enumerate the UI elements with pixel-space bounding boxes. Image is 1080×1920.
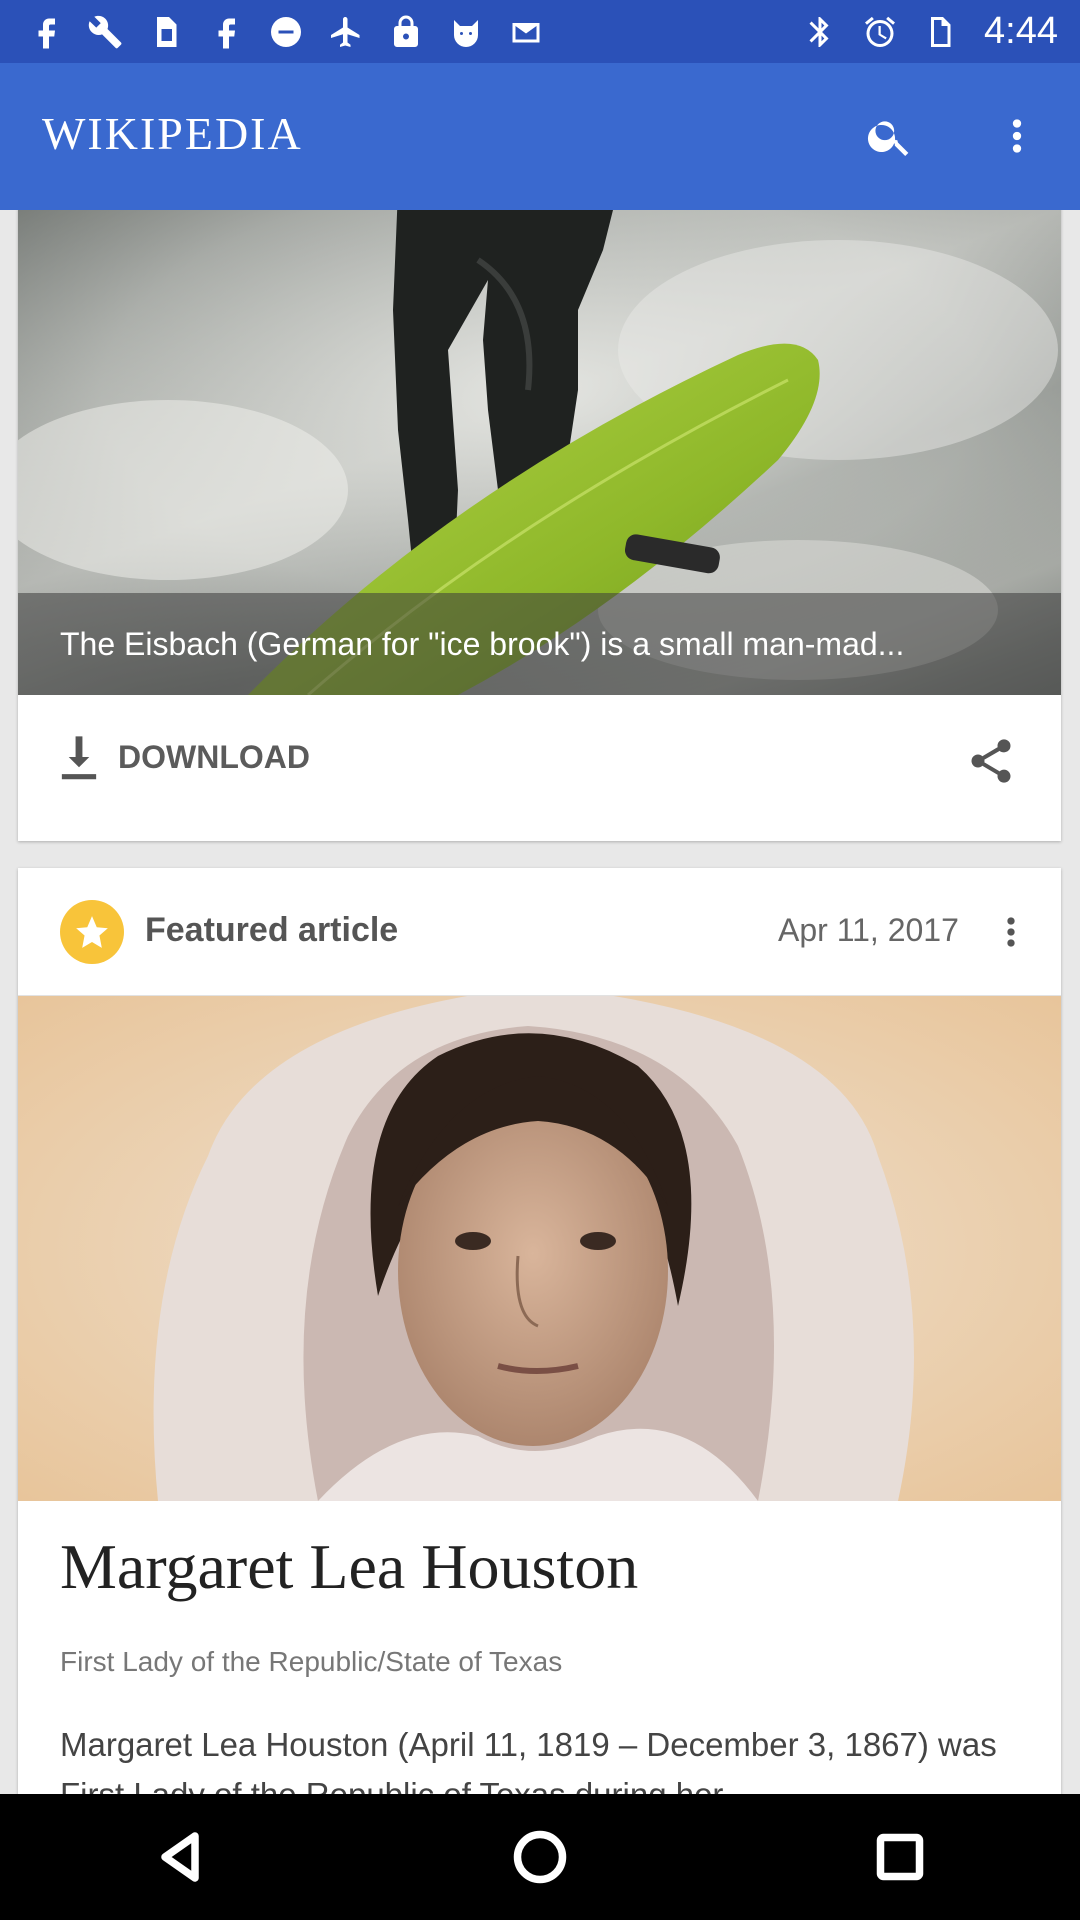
system-status-icons: 4:44 — [800, 10, 1058, 53]
card-type-label: Featured article — [145, 911, 399, 949]
image-caption[interactable]: The Eisbach (German for "ice brook") is … — [60, 626, 1020, 663]
featured-badge — [60, 900, 124, 964]
app-bar: WIKIPEDIA — [0, 63, 1080, 210]
back-icon — [161, 1832, 199, 1882]
download-button[interactable]: DOWNLOAD — [58, 733, 310, 781]
more-vert-icon — [1012, 119, 1022, 153]
recents-icon — [876, 1833, 924, 1881]
card-date: Apr 11, 2017 — [778, 912, 959, 948]
status-bar: 4:44 — [0, 0, 1080, 63]
download-icon — [61, 736, 97, 780]
feed[interactable]: The Eisbach (German for "ice brook") is … — [0, 210, 1080, 1794]
airplane-icon — [326, 12, 366, 52]
article-description: First Lady of the Republic/State of Texa… — [60, 1646, 563, 1677]
share-button[interactable] — [961, 731, 1021, 791]
home-icon — [513, 1830, 567, 1884]
search-button[interactable] — [858, 104, 922, 168]
facebook-icon — [206, 12, 246, 52]
navigation-bar — [0, 1794, 1080, 1920]
wrench-icon — [86, 12, 126, 52]
back-button[interactable] — [135, 1812, 225, 1902]
wikipedia-logo: WIKIPEDIA — [42, 108, 303, 159]
cat-icon — [446, 12, 486, 52]
bluetooth-icon — [800, 12, 840, 52]
alarm-icon — [860, 12, 900, 52]
picture-actions: DOWNLOAD — [18, 695, 1061, 841]
portrait-photo — [18, 996, 1061, 1501]
recents-button[interactable] — [855, 1812, 945, 1902]
mail-check-icon — [506, 12, 546, 52]
card-header: Featured article Apr 11, 2017 — [18, 868, 1061, 996]
home-button[interactable] — [495, 1812, 585, 1902]
card-overflow-button[interactable] — [981, 902, 1041, 962]
notification-icons — [26, 12, 546, 52]
lock-icon — [386, 12, 426, 52]
article-title[interactable]: Margaret Lea Houston — [60, 1530, 638, 1604]
clock: 4:44 — [984, 10, 1058, 52]
article-extract: Margaret Lea Houston (April 11, 1819 – D… — [60, 1726, 997, 1794]
download-label: DOWNLOAD — [118, 738, 310, 775]
picture-of-the-day-card: The Eisbach (German for "ice brook") is … — [18, 210, 1061, 841]
featured-article-card[interactable]: Featured article Apr 11, 2017 Margaret L… — [18, 868, 1061, 1794]
share-icon — [971, 739, 1011, 783]
facebook-icon — [26, 12, 66, 52]
picture-of-the-day-image[interactable]: The Eisbach (German for "ice brook") is … — [18, 210, 1061, 695]
more-vert-icon — [1007, 917, 1015, 947]
no-sim-icon — [920, 12, 960, 52]
no-entry-icon — [266, 12, 306, 52]
overflow-menu-button[interactable] — [985, 104, 1049, 168]
search-icon — [867, 121, 909, 156]
article-image[interactable] — [18, 996, 1061, 1501]
star-icon — [76, 916, 108, 948]
sim-card-icon — [146, 12, 186, 52]
